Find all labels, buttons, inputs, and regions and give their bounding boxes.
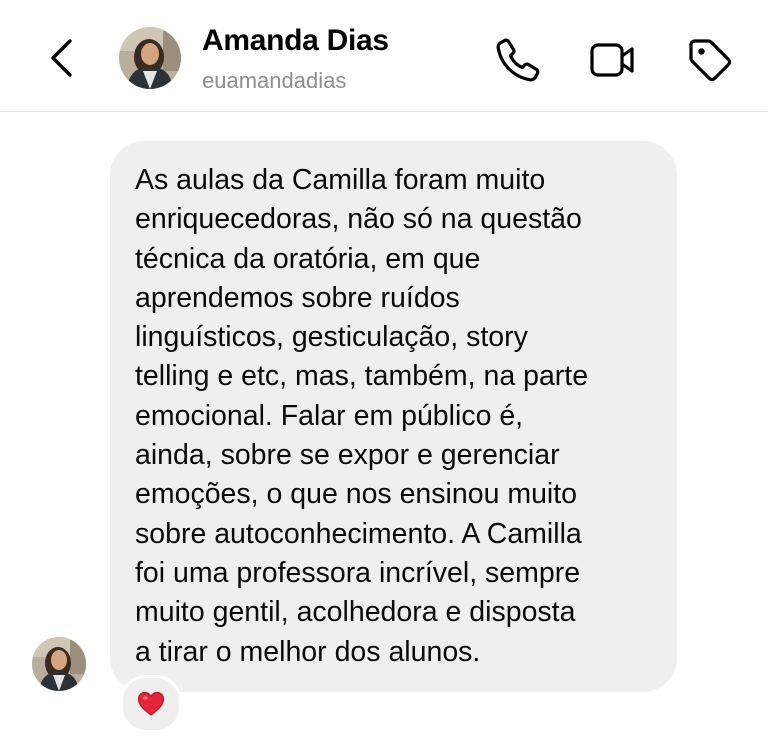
contact-username[interactable]: euamandadias bbox=[202, 68, 346, 94]
video-call-button[interactable] bbox=[588, 36, 636, 84]
message-text-line: telling e etc, mas, também, na parte bbox=[135, 360, 589, 393]
message-text-line: técnica da oratória, em que bbox=[135, 242, 481, 275]
message-text-line: emocional. Falar em público é, bbox=[135, 399, 524, 432]
message-text-line: foi uma professora incrível, sempre bbox=[135, 556, 581, 589]
phone-icon bbox=[496, 38, 540, 82]
contact-name[interactable]: Amanda Dias bbox=[202, 24, 389, 58]
message-text-line: emoções, o que nos ensinou muito bbox=[135, 478, 578, 511]
contact-avatar[interactable] bbox=[119, 27, 181, 89]
message-text-line: a tirar o melhor dos alunos. bbox=[135, 635, 481, 668]
message-text-line: enriquecedoras, não só na questão bbox=[135, 203, 582, 236]
message-text-line: ainda, sobre se expor e gerenciar bbox=[135, 439, 560, 472]
message-text-line: muito gentil, acolhedora e disposta bbox=[135, 596, 576, 629]
chat-header: Amanda Dias euamandadias bbox=[0, 0, 768, 112]
message-text-line: sobre autoconhecimento. A Camilla bbox=[135, 517, 582, 550]
avatar-photo bbox=[32, 637, 86, 691]
heart-icon bbox=[137, 691, 165, 716]
video-camera-icon bbox=[590, 43, 634, 77]
sender-avatar[interactable] bbox=[32, 637, 86, 691]
message-text-line: linguísticos, gesticulação, story bbox=[135, 321, 528, 354]
tag-icon bbox=[689, 39, 732, 82]
message-text-line: aprendemos sobre ruídos bbox=[135, 281, 460, 314]
chevron-left-icon bbox=[51, 39, 72, 77]
back-button[interactable] bbox=[44, 38, 80, 78]
message-text-line: As aulas da Camilla foram muito bbox=[135, 164, 546, 196]
message-bubble[interactable]: As aulas da Camilla foram muito enriquec… bbox=[110, 141, 677, 692]
audio-call-button[interactable] bbox=[494, 36, 542, 84]
avatar-photo bbox=[119, 27, 181, 89]
label-button[interactable] bbox=[686, 36, 734, 84]
heart-reaction[interactable] bbox=[120, 675, 182, 733]
